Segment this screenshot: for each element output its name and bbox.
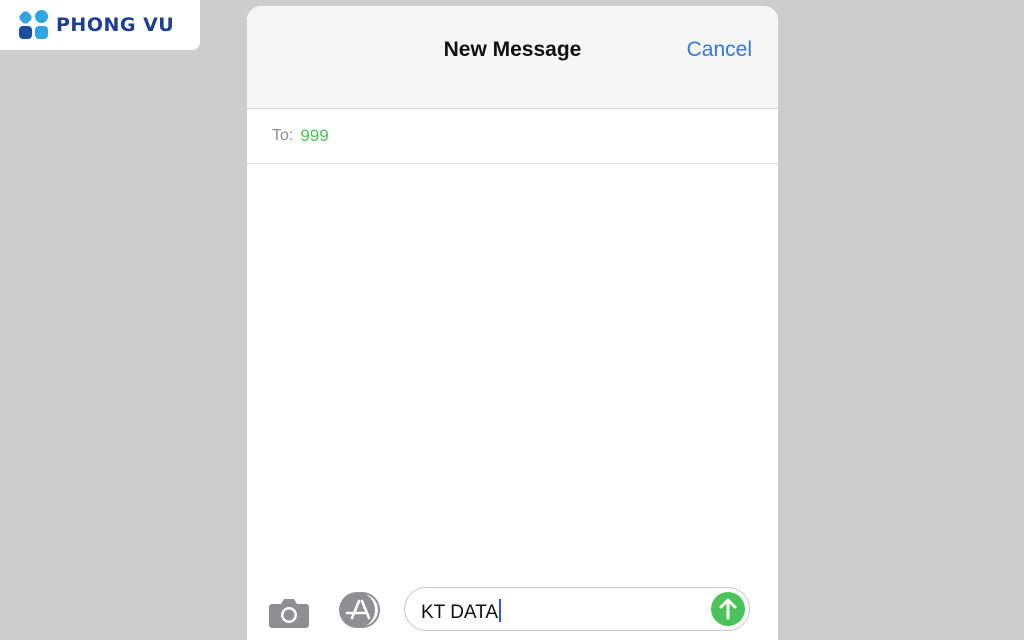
navigation-bar: New Message Cancel	[247, 6, 778, 109]
camera-icon	[269, 599, 309, 628]
camera-button[interactable]	[268, 596, 310, 628]
message-text: KT DATA	[421, 602, 499, 623]
app-store-button[interactable]	[335, 590, 383, 630]
logo-mark-icon	[17, 9, 50, 41]
screenshot-canvas: PHONG VU New Message Cancel To: 999 KT D…	[0, 0, 1024, 640]
new-message-sheet: New Message Cancel To: 999 KT DATA	[247, 6, 778, 640]
compose-bar: KT DATA	[247, 584, 778, 640]
send-button[interactable]	[711, 592, 745, 626]
recipient-value[interactable]: 999	[300, 126, 328, 146]
message-thread-area	[247, 165, 778, 580]
recipient-field[interactable]: To: 999	[247, 109, 778, 164]
watermark-logo: PHONG VU	[0, 0, 200, 50]
recipient-label: To:	[272, 127, 294, 144]
cancel-button[interactable]: Cancel	[687, 38, 752, 62]
arrow-up-icon	[719, 598, 737, 620]
text-caret	[499, 599, 502, 622]
message-input[interactable]: KT DATA	[404, 587, 750, 631]
app-store-icon	[339, 592, 380, 628]
logo-text: PHONG VU	[56, 14, 175, 36]
